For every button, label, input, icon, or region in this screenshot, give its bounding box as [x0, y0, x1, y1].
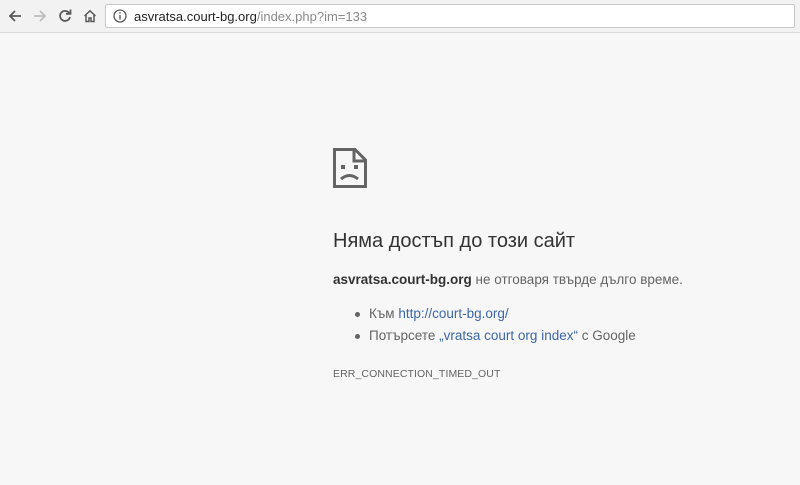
arrow-right-icon — [34, 10, 47, 22]
url-text[interactable]: asvratsa.court-bg.org/index.php?im=133 — [134, 9, 367, 24]
search-google-link[interactable]: „vratsa court org index“ — [439, 328, 578, 343]
browser-toolbar: asvratsa.court-bg.org/index.php?im=133 — [0, 0, 800, 33]
error-summary-text: не отговаря твърде дълго време. — [471, 272, 683, 287]
suggestion-item: Към http://court-bg.org/ — [355, 306, 636, 328]
reload-icon — [59, 9, 72, 22]
suggestion-prefix: Потърсете — [369, 328, 440, 343]
forward-button[interactable] — [30, 6, 50, 26]
home-icon — [83, 9, 97, 23]
suggestion-prefix: Към — [369, 306, 399, 321]
error-code: ERR_CONNECTION_TIMED_OUT — [333, 368, 501, 380]
error-summary: asvratsa.court-bg.org не отговаря твърде… — [333, 272, 683, 287]
suggestion-item: Потърсете „vratsa court org index“ с Goo… — [355, 328, 636, 350]
error-host: asvratsa.court-bg.org — [333, 272, 472, 287]
back-button[interactable] — [5, 6, 25, 26]
info-circle-icon[interactable] — [113, 9, 127, 23]
suggestion-suffix: с Google — [577, 328, 636, 343]
sad-document-icon — [333, 148, 367, 188]
address-bar[interactable]: asvratsa.court-bg.org/index.php?im=133 — [105, 4, 795, 28]
url-path: /index.php?im=133 — [256, 8, 368, 24]
url-host: asvratsa.court-bg.org — [134, 8, 257, 24]
home-button[interactable] — [80, 6, 100, 26]
suggestion-link[interactable]: http://court-bg.org/ — [398, 306, 508, 321]
reload-button[interactable] — [55, 6, 75, 26]
error-heading: Няма достъп до този сайт — [333, 230, 576, 252]
suggestions-list: Към http://court-bg.org/ Потърсете „vrat… — [355, 306, 636, 350]
arrow-left-icon — [8, 10, 21, 22]
